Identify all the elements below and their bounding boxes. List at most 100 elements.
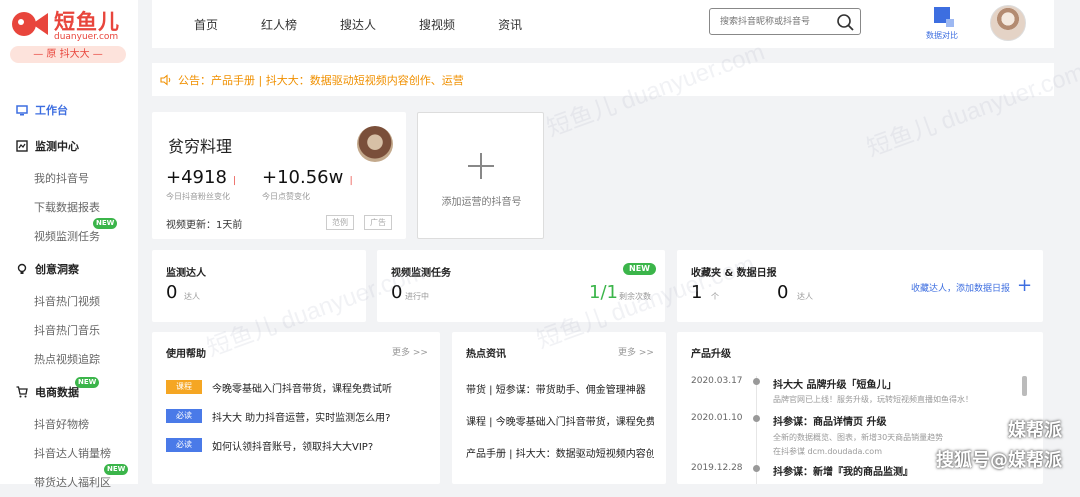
favorites-influencers: 0	[777, 282, 789, 303]
news-item[interactable]: 带货 | 短参谋：带货助手、佣金管理神器	[466, 381, 654, 396]
upgrade-item[interactable]: 2020.03.17 抖大大 品牌升级「短鱼儿」 品牌官网已上线！服务升级，玩转…	[691, 376, 973, 404]
help-row[interactable]: 必读 抖大大 助力抖音运营，实时监测怎么用?	[166, 408, 391, 424]
user-avatar[interactable]	[990, 5, 1026, 41]
timeline-dot	[753, 415, 760, 422]
favorites-unit: 个	[711, 292, 719, 301]
sidebar-group-label: 创意洞察	[35, 263, 79, 276]
sidebar-item-hot-music[interactable]: 抖音热门音乐	[0, 316, 138, 345]
notice-bar: 公告：产品手册 | 抖大大：数据驱动短视频内容创作、运营	[152, 63, 1054, 96]
news-item[interactable]: 课程 | 今晚零基础入门抖音带货，课程免费	[466, 413, 654, 428]
upgrade-item[interactable]: 2019.12.28 抖参谋：新增『我的商品监测』	[691, 463, 913, 478]
upgrade-title: 产品升级	[691, 349, 731, 360]
tag-ad: 广告	[364, 215, 392, 230]
help-card: 使用帮助 更多 >> 课程 今晚零基础入门抖音带货，课程免费试听 必读 抖大大 …	[152, 332, 440, 484]
help-text: 抖大大 助力抖音运营，实时监测怎么用?	[212, 412, 391, 424]
sidebar-item-label: 带货达人福利区	[34, 476, 111, 489]
search-box	[709, 8, 861, 35]
account-name: 贫穷料理	[168, 137, 233, 156]
hot-news-more-link[interactable]: 更多 >>	[618, 345, 654, 358]
likes-label: 今日点赞变化	[262, 192, 310, 201]
top-bar: 首页 红人榜 搜达人 搜视频 资讯 数据对比	[152, 0, 1054, 48]
favorites-count: 1	[691, 282, 703, 303]
add-favorite-plus-icon[interactable]: +	[1017, 275, 1032, 296]
running-label: 进行中	[405, 292, 429, 301]
data-compare-button[interactable]: 数据对比	[922, 7, 962, 43]
add-daily-report-link[interactable]: 收藏达人，添加数据日报	[911, 281, 1010, 294]
plus-icon	[468, 153, 494, 179]
chart-box-icon	[16, 140, 28, 152]
remaining-value: 1/1	[589, 282, 618, 303]
new-badge: NEW	[104, 464, 129, 475]
help-row[interactable]: 课程 今晚零基础入门抖音带货，课程免费试听	[166, 379, 392, 395]
upgrade-item-title: 抖参谋：商品详情页 升级	[773, 417, 887, 428]
signature-line1: 媒帮派	[1008, 420, 1062, 441]
compare-icon	[934, 7, 954, 27]
logo-domain: duanyuer.com	[54, 32, 119, 42]
sidebar-item-my-douyin[interactable]: 我的抖音号	[0, 164, 138, 193]
sidebar-item-hot-videos[interactable]: 抖音热门视频	[0, 287, 138, 316]
nav-search-influencer[interactable]: 搜达人	[340, 16, 376, 33]
cart-icon	[16, 386, 28, 398]
new-badge: NEW	[93, 218, 118, 229]
help-tag: 课程	[166, 380, 202, 394]
news-item[interactable]: 产品手册 | 抖大大：数据驱动短视频内容创	[466, 445, 654, 460]
add-account-button[interactable]: 添加运营的抖音号	[417, 112, 544, 239]
search-icon[interactable]	[836, 13, 854, 31]
sidebar-group-monitor[interactable]: 监测中心	[0, 128, 138, 164]
sidebar-group-label: 监测中心	[35, 140, 79, 153]
speaker-icon	[160, 73, 171, 86]
account-card[interactable]: 贫穷料理 +4918 ❘ 今日抖音粉丝变化 +10.56w ❘ 今日点赞变化 视频更…	[152, 112, 406, 239]
sidebar: 短鱼儿 duanyuer.com — 原 抖大大 — 工作台 监测中心 我的抖音…	[0, 0, 138, 489]
help-more-link[interactable]: 更多 >>	[392, 345, 428, 358]
monitor-icon	[16, 105, 28, 116]
upgrade-date: 2020.03.17	[691, 376, 743, 386]
nav-search-video[interactable]: 搜视频	[419, 16, 455, 33]
help-title: 使用帮助	[166, 349, 206, 360]
monitor-unit: 达人	[184, 292, 200, 301]
sidebar-item-trend-tracking[interactable]: 热点视频追踪	[0, 345, 138, 374]
tag-example: 范例	[326, 215, 354, 230]
favorites-influencers-unit: 达人	[797, 292, 813, 301]
upgrade-date: 2020.01.10	[691, 413, 743, 423]
source-signature: 媒帮派 搜狐号@媒帮派	[936, 416, 1062, 472]
up-tick-icon: ❘	[230, 176, 239, 186]
sidebar-item-workbench[interactable]: 工作台	[0, 92, 138, 128]
video-task-title: 视频监测任务	[391, 268, 451, 279]
help-text: 今晚零基础入门抖音带货，课程免费试听	[212, 383, 392, 395]
hot-news-card: 热点资讯 更多 >> 带货 | 短参谋：带货助手、佣金管理神器 课程 | 今晚零…	[452, 332, 666, 484]
nav-influencer-ranking[interactable]: 红人榜	[261, 16, 297, 33]
nav-news[interactable]: 资讯	[498, 16, 522, 33]
sidebar-item-welfare[interactable]: 带货达人福利区 NEW	[0, 464, 138, 497]
notice-text[interactable]: 公告：产品手册 | 抖大大：数据驱动短视频内容创作、运营	[178, 72, 464, 88]
monitor-value: 0	[166, 282, 178, 303]
likes-delta: +10.56w	[262, 167, 344, 188]
sidebar-group-insight[interactable]: 创意洞察	[0, 251, 138, 287]
timeline-dot	[753, 465, 760, 472]
video-updated: 视频更新：1天前	[166, 220, 243, 231]
sidebar-item-download-report[interactable]: 下载数据报表	[0, 193, 138, 222]
upgrade-date: 2019.12.28	[691, 463, 743, 473]
sidebar-item-video-monitor[interactable]: 视频监测任务 NEW	[0, 218, 138, 251]
upgrade-desc: 在抖参谋 dcm.doudada.com	[773, 447, 882, 456]
monitor-influencer-card[interactable]: 监测达人 0 达人	[152, 250, 366, 322]
sidebar-group-ecommerce[interactable]: 电商数据 NEW	[0, 374, 138, 410]
lightbulb-icon	[17, 263, 27, 274]
upgrade-desc: 品牌官网已上线！服务升级，玩转短视频直播如鱼得水！	[773, 395, 973, 404]
upgrade-item[interactable]: 2020.01.10 抖参谋：商品详情页 升级 全新的数据概览、图表，新增30天…	[691, 413, 943, 456]
help-row[interactable]: 必读 如何认领抖音账号，领取抖大大VIP?	[166, 437, 373, 453]
account-avatar	[357, 126, 393, 162]
sidebar-item-label: 视频监测任务	[34, 230, 100, 243]
upgrade-item-title: 抖参谋：新增『我的商品监测』	[773, 467, 913, 478]
help-text: 如何认领抖音账号，领取抖大大VIP?	[212, 441, 374, 453]
upgrade-item-title: 抖大大 品牌升级「短鱼儿」	[773, 380, 897, 391]
up-tick-icon: ❘	[347, 176, 355, 186]
logo[interactable]: 短鱼儿 duanyuer.com	[10, 6, 128, 46]
search-input[interactable]	[710, 9, 830, 34]
new-badge: NEW	[623, 263, 656, 275]
sidebar-group-label: 电商数据	[35, 386, 79, 399]
nav-home[interactable]: 首页	[194, 16, 218, 33]
sidebar-item-goods-ranking[interactable]: 抖音好物榜	[0, 410, 138, 439]
add-account-label: 添加运营的抖音号	[441, 197, 522, 208]
upgrade-scrollbar[interactable]	[1022, 376, 1027, 396]
video-task-card[interactable]: 视频监测任务 NEW 0 进行中 1/1 剩余次数	[377, 250, 665, 322]
